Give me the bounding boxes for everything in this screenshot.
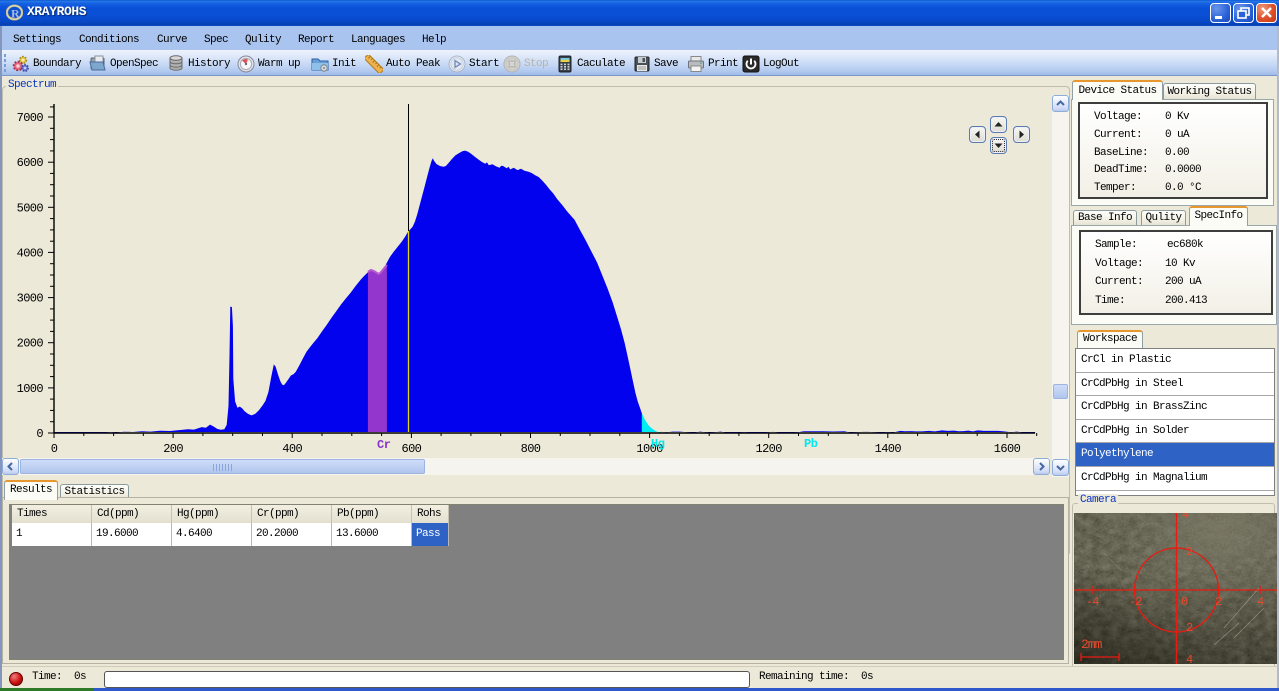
svg-text:Cr: Cr bbox=[377, 438, 391, 452]
svg-text:1000: 1000 bbox=[17, 382, 44, 396]
svg-text:400: 400 bbox=[282, 442, 302, 456]
svg-text:-2: -2 bbox=[1129, 595, 1142, 609]
svg-text:4000: 4000 bbox=[17, 246, 44, 260]
svg-text:1600: 1600 bbox=[994, 442, 1021, 456]
svg-text:4: 4 bbox=[1186, 653, 1193, 664]
svg-text:200: 200 bbox=[163, 442, 183, 456]
svg-text:2000: 2000 bbox=[17, 337, 44, 351]
svg-text:0: 0 bbox=[36, 427, 43, 441]
svg-text:2: 2 bbox=[1215, 595, 1222, 609]
svg-text:4: 4 bbox=[1257, 595, 1264, 609]
svg-text:Pb: Pb bbox=[804, 437, 818, 451]
svg-text:1200: 1200 bbox=[755, 442, 782, 456]
svg-text:0: 0 bbox=[51, 442, 58, 456]
svg-text:600: 600 bbox=[401, 442, 421, 456]
svg-text:2: 2 bbox=[1186, 621, 1193, 635]
svg-text:0: 0 bbox=[1181, 595, 1188, 609]
svg-text:800: 800 bbox=[521, 442, 541, 456]
svg-text:2: 2 bbox=[1186, 545, 1193, 559]
svg-text:-4: -4 bbox=[1086, 595, 1099, 609]
svg-text:1400: 1400 bbox=[875, 442, 902, 456]
svg-text:R: R bbox=[11, 7, 20, 21]
svg-text:2mm: 2mm bbox=[1081, 637, 1103, 652]
svg-text:5000: 5000 bbox=[17, 201, 44, 215]
svg-text:3000: 3000 bbox=[17, 292, 44, 306]
svg-text:6000: 6000 bbox=[17, 156, 44, 170]
svg-text:7000: 7000 bbox=[17, 111, 44, 125]
svg-text:4: 4 bbox=[1182, 513, 1189, 522]
svg-text:Hg: Hg bbox=[651, 437, 665, 451]
